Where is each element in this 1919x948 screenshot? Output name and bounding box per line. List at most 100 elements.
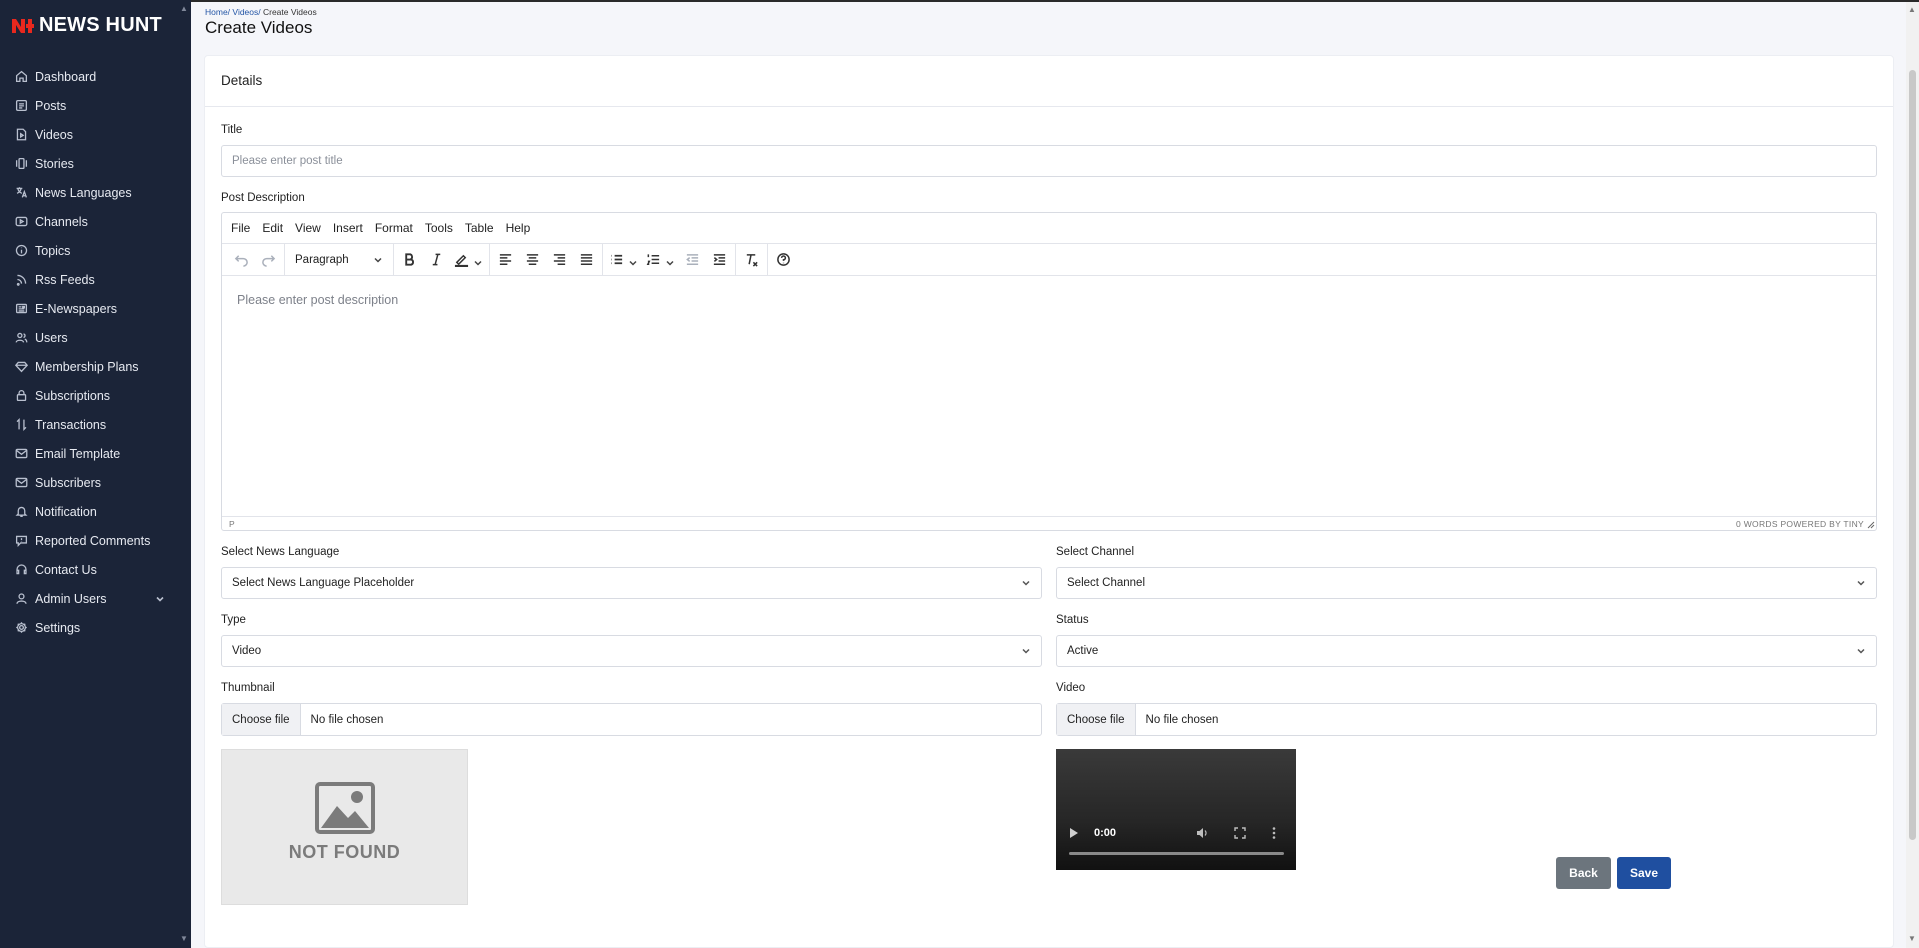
menu-view[interactable]: View bbox=[295, 221, 321, 235]
sidebar-item-subscribers[interactable]: Subscribers bbox=[0, 468, 191, 497]
chevron-down-icon[interactable] bbox=[665, 255, 675, 266]
sidebar-item-subscriptions[interactable]: Subscriptions bbox=[0, 381, 191, 410]
app-name: NEWS HUNT bbox=[39, 13, 162, 36]
indent-icon[interactable] bbox=[706, 248, 733, 272]
sidebar-item-membership-plans[interactable]: Membership Plans bbox=[0, 352, 191, 381]
video-file-status: No file chosen bbox=[1145, 713, 1219, 726]
editor-placeholder: Please enter post description bbox=[237, 293, 399, 307]
toolbar-separator bbox=[735, 243, 736, 276]
mail-icon bbox=[14, 446, 29, 461]
sidebar-item-users[interactable]: Users bbox=[0, 323, 191, 352]
status-select[interactable]: Active bbox=[1056, 635, 1877, 667]
image-placeholder-icon bbox=[315, 782, 375, 834]
resize-handle-icon[interactable] bbox=[1867, 521, 1875, 529]
sidebar-item-e-newspapers[interactable]: E-Newspapers bbox=[0, 294, 191, 323]
sidebar-item-notification[interactable]: Notification bbox=[0, 497, 191, 526]
breadcrumb-home[interactable]: Home/ bbox=[205, 7, 230, 17]
back-button[interactable]: Back bbox=[1556, 857, 1611, 889]
sidebar-item-email-template[interactable]: Email Template bbox=[0, 439, 191, 468]
sidebar-item-settings[interactable]: Settings bbox=[0, 613, 191, 642]
bell-icon bbox=[14, 504, 29, 519]
highlight-color-split[interactable] bbox=[450, 248, 487, 272]
chevron-down-icon bbox=[1856, 646, 1866, 656]
editor-toolbar: Paragraph bbox=[222, 243, 1876, 276]
sidebar-item-rss-feeds[interactable]: Rss Feeds bbox=[0, 265, 191, 294]
sidebar-item-admin-users[interactable]: Admin Users bbox=[0, 584, 191, 613]
sidebar-item-reported-comments[interactable]: Reported Comments bbox=[0, 526, 191, 555]
sidebar-item-contact-us[interactable]: Contact Us bbox=[0, 555, 191, 584]
chevron-down-icon[interactable] bbox=[628, 255, 638, 266]
user-icon bbox=[14, 591, 29, 606]
sidebar-item-news-languages[interactable]: News Languages bbox=[0, 178, 191, 207]
channel-select[interactable]: Select Channel bbox=[1056, 567, 1877, 599]
redo-icon[interactable] bbox=[255, 248, 282, 272]
align-left-icon[interactable] bbox=[492, 248, 519, 272]
thumbnail-preview: NOT FOUND bbox=[221, 749, 468, 905]
numbered-list-icon[interactable] bbox=[642, 248, 664, 272]
menu-format[interactable]: Format bbox=[375, 221, 413, 235]
undo-icon[interactable] bbox=[228, 248, 255, 272]
menu-edit[interactable]: Edit bbox=[262, 221, 283, 235]
title-input[interactable]: Please enter post title bbox=[221, 145, 1877, 177]
card-header: Details bbox=[205, 56, 1893, 107]
bold-icon[interactable] bbox=[396, 248, 423, 272]
video-preview-player[interactable]: 0:00 bbox=[1056, 749, 1296, 870]
bullet-list-icon[interactable] bbox=[605, 248, 627, 272]
news-language-select[interactable]: Select News Language Placeholder bbox=[221, 567, 1042, 599]
outdent-icon[interactable] bbox=[679, 248, 706, 272]
type-value: Video bbox=[232, 645, 262, 657]
sidebar-item-topics[interactable]: Topics bbox=[0, 236, 191, 265]
play-box-icon bbox=[14, 214, 29, 229]
scrollbar-thumb[interactable] bbox=[1909, 70, 1916, 840]
breadcrumb-videos[interactable]: Videos/ bbox=[232, 7, 260, 17]
page-scrollbar[interactable]: ▲ ▼ bbox=[1906, 2, 1919, 948]
video-progress-bar[interactable] bbox=[1069, 852, 1284, 855]
volume-icon[interactable] bbox=[1195, 826, 1209, 840]
editor-content-area[interactable]: Please enter post description bbox=[237, 293, 398, 307]
fullscreen-icon[interactable] bbox=[1233, 826, 1247, 840]
sidebar-scroll-down[interactable]: ▼ bbox=[179, 934, 189, 944]
scroll-up-arrow[interactable]: ▲ bbox=[1908, 5, 1916, 14]
block-format-select[interactable]: Paragraph bbox=[287, 248, 391, 272]
sidebar-item-dashboard[interactable]: Dashboard bbox=[0, 62, 191, 91]
sidebar-item-videos[interactable]: Videos bbox=[0, 120, 191, 149]
menu-help[interactable]: Help bbox=[506, 221, 531, 235]
menu-tools[interactable]: Tools bbox=[425, 221, 453, 235]
type-select[interactable]: Video bbox=[221, 635, 1042, 667]
sidebar-item-label: Email Template bbox=[35, 446, 121, 461]
sidebar-item-label: Posts bbox=[35, 98, 67, 113]
clear-formatting-icon[interactable] bbox=[738, 248, 765, 272]
numbered-list-split[interactable] bbox=[642, 248, 679, 272]
chevron-down-icon[interactable] bbox=[155, 593, 165, 603]
thumbnail-file-input[interactable]: Choose file No file chosen bbox=[221, 703, 1042, 736]
sidebar-item-posts[interactable]: Posts bbox=[0, 91, 191, 120]
sidebar-item-transactions[interactable]: Transactions bbox=[0, 410, 191, 439]
more-vertical-icon[interactable] bbox=[1271, 826, 1277, 840]
sidebar-item-stories[interactable]: Stories bbox=[0, 149, 191, 178]
breadcrumb: Home/ Videos/ Create Videos bbox=[205, 7, 317, 17]
chevron-down-icon bbox=[374, 257, 382, 263]
italic-icon[interactable] bbox=[423, 248, 450, 272]
app-logo[interactable]: NEWS HUNT bbox=[11, 14, 162, 36]
align-center-icon[interactable] bbox=[519, 248, 546, 272]
rich-text-editor: File Edit View Insert Format Tools Table… bbox=[221, 212, 1877, 531]
scroll-down-arrow[interactable]: ▼ bbox=[1908, 934, 1916, 943]
bullet-list-split[interactable] bbox=[605, 248, 642, 272]
align-justify-icon[interactable] bbox=[573, 248, 600, 272]
highlight-icon[interactable] bbox=[450, 248, 472, 272]
play-icon[interactable] bbox=[1069, 827, 1079, 839]
sidebar-scroll-up[interactable]: ▲ bbox=[179, 4, 189, 14]
element-path[interactable]: P bbox=[229, 519, 235, 529]
video-file-input[interactable]: Choose file No file chosen bbox=[1056, 703, 1877, 736]
chevron-down-icon[interactable] bbox=[473, 255, 483, 266]
menu-file[interactable]: File bbox=[231, 221, 250, 235]
thumbnail-choose-file-button[interactable]: Choose file bbox=[222, 704, 301, 735]
align-right-icon[interactable] bbox=[546, 248, 573, 272]
video-choose-file-button[interactable]: Choose file bbox=[1057, 704, 1136, 735]
menu-table[interactable]: Table bbox=[465, 221, 494, 235]
save-button[interactable]: Save bbox=[1617, 857, 1671, 889]
menu-insert[interactable]: Insert bbox=[333, 221, 363, 235]
sidebar-item-channels[interactable]: Channels bbox=[0, 207, 191, 236]
toolbar-separator bbox=[284, 243, 285, 276]
help-icon[interactable] bbox=[770, 248, 797, 272]
